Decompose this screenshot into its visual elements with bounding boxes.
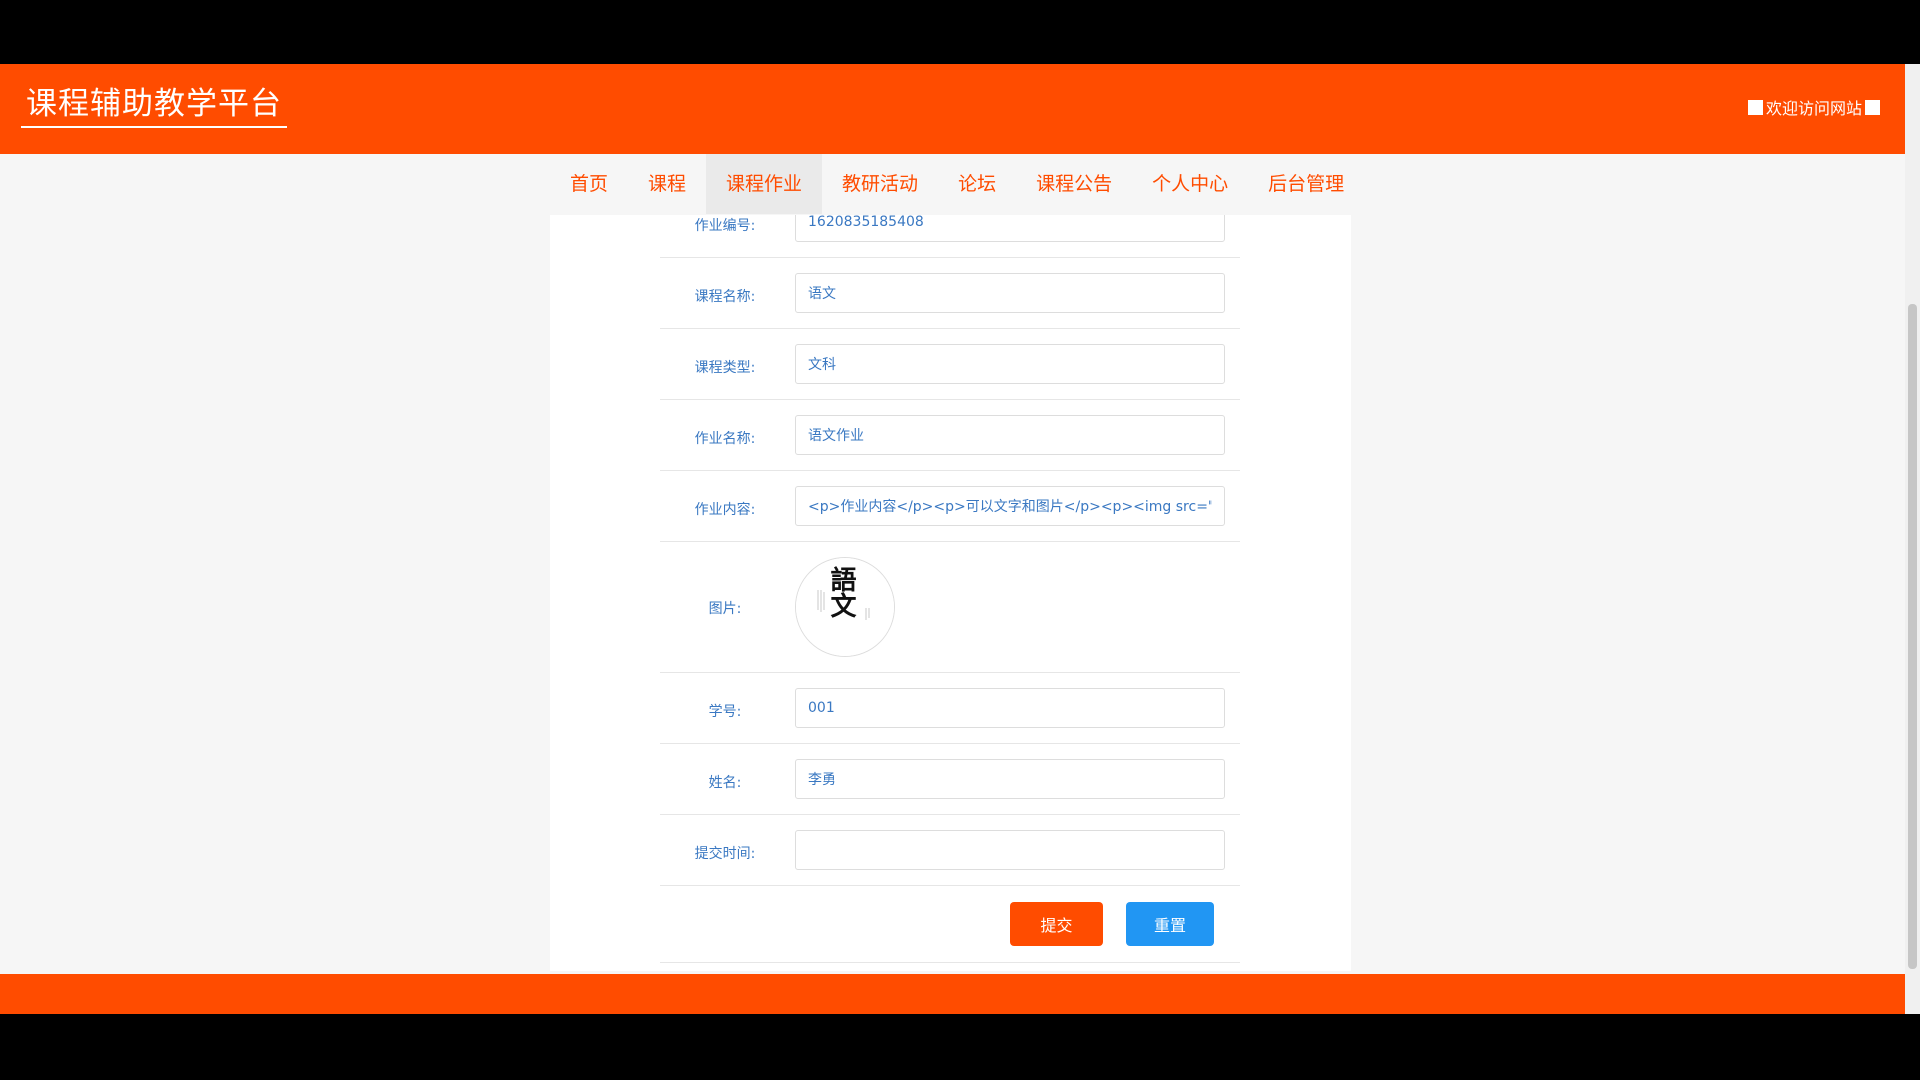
submit-time-label: 提交时间:	[694, 846, 756, 862]
site-footer	[0, 974, 1905, 1014]
submit-button[interactable]: 提交	[1010, 902, 1103, 946]
form-row-homework-name: 作业名称:	[660, 400, 1240, 471]
picture-text: 語文	[826, 566, 856, 618]
homework-no-input[interactable]	[795, 215, 1225, 242]
page-scrollbar[interactable]	[1905, 64, 1920, 1014]
main-nav: 首页 课程 课程作业 教研活动 论坛 课程公告 个人中心 后台管理	[0, 154, 1905, 214]
course-name-input[interactable]	[795, 273, 1225, 313]
welcome-text: 欢迎访问网站	[1765, 99, 1862, 118]
nav-item-course-homework[interactable]: 课程作业	[706, 154, 823, 214]
nav-item-forum[interactable]: 论坛	[938, 154, 1016, 214]
homework-name-input[interactable]	[795, 415, 1225, 455]
form-row-name: 姓名:	[660, 744, 1240, 815]
name-input[interactable]	[795, 759, 1225, 799]
nav-item-announcements[interactable]: 课程公告	[1016, 154, 1132, 214]
welcome-banner: 欢迎访问网站	[1745, 95, 1883, 119]
form-row-course-type: 课程类型:	[660, 329, 1240, 400]
homework-content-input[interactable]	[795, 486, 1225, 526]
submit-time-input[interactable]	[795, 830, 1225, 870]
browser-viewport: 课程辅助教学平台 欢迎访问网站 首页 课程 课程作业 教研活动 论坛 课程公告 …	[0, 64, 1920, 1014]
homework-name-label: 作业名称:	[694, 431, 756, 447]
nav-item-home[interactable]: 首页	[550, 154, 628, 214]
form-row-homework-no: 作业编号:	[660, 215, 1240, 258]
nav-item-admin[interactable]: 后台管理	[1248, 154, 1364, 214]
homework-submit-form: 作业编号: 课程名称: 课程类型: 作业名称: 作业内容: 图片:	[660, 215, 1240, 963]
site-title[interactable]: 课程辅助教学平台	[21, 84, 287, 128]
homework-picture[interactable]: 語文	[795, 557, 895, 657]
form-row-student-no: 学号:	[660, 673, 1240, 744]
form-row-submit-time: 提交时间:	[660, 815, 1240, 886]
form-row-homework-content: 作业内容:	[660, 471, 1240, 542]
site-header: 课程辅助教学平台 欢迎访问网站	[0, 64, 1905, 154]
square-icon	[1747, 99, 1763, 115]
course-type-label: 课程类型:	[694, 360, 756, 376]
course-type-input[interactable]	[795, 344, 1225, 384]
scrollbar-thumb[interactable]	[1908, 304, 1917, 969]
name-label: 姓名:	[708, 775, 742, 791]
student-no-label: 学号:	[708, 704, 742, 720]
homework-content-label: 作业内容:	[694, 502, 756, 518]
form-row-course-name: 课程名称:	[660, 258, 1240, 329]
nav-item-courses[interactable]: 课程	[628, 154, 706, 214]
nav-item-teaching-research[interactable]: 教研活动	[822, 154, 938, 214]
form-row-picture: 图片: 語文	[660, 542, 1240, 673]
nav-item-personal-center[interactable]: 个人中心	[1132, 154, 1248, 214]
reset-button[interactable]: 重置	[1126, 902, 1214, 946]
nav-items: 首页 课程 课程作业 教研活动 论坛 课程公告 个人中心 后台管理	[550, 154, 1364, 214]
picture-label: 图片:	[708, 601, 742, 617]
form-panel: 作业编号: 课程名称: 课程类型: 作业名称: 作业内容: 图片:	[550, 215, 1351, 971]
course-name-label: 课程名称:	[694, 289, 756, 305]
form-buttons-row: 提交 重置	[660, 886, 1240, 963]
square-icon	[1865, 99, 1880, 115]
student-no-input[interactable]	[795, 688, 1225, 728]
homework-no-label: 作业编号:	[694, 218, 756, 234]
